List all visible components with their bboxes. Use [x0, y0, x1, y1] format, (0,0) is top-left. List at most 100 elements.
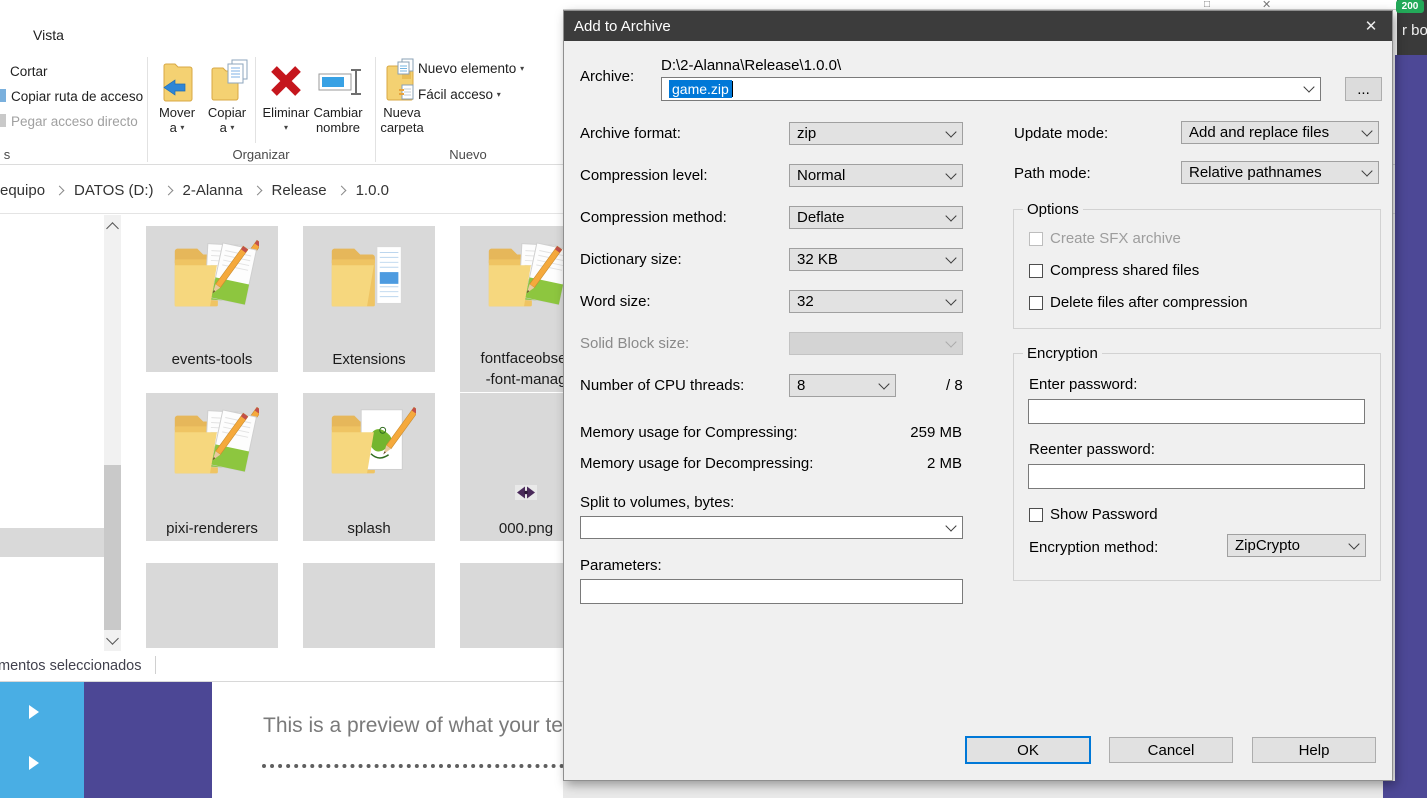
group-organize-label: Organizar [147, 147, 375, 162]
archive-label: Archive: [580, 68, 634, 85]
file-tile[interactable]: pixi-renderers [146, 393, 278, 541]
dropdown-arrow-icon: ▾ [180, 123, 184, 132]
breadcrumb-item[interactable]: equipo [0, 182, 45, 199]
dropdown-arrow-icon: ▾ [230, 123, 234, 132]
word-size-select[interactable]: 32 [789, 290, 963, 313]
file-tile[interactable]: Extensions [303, 226, 435, 372]
folder-icon [322, 397, 416, 496]
scroll-up-icon[interactable] [108, 224, 117, 233]
add-to-archive-dialog: Add to Archive ✕ Archive: D:\2-Alanna\Re… [563, 10, 1393, 781]
file-tile[interactable]: splash [303, 393, 435, 541]
ok-button[interactable]: OK [965, 736, 1091, 764]
rename-icon [318, 68, 364, 101]
dropdown-arrow-icon: ▾ [497, 90, 501, 99]
copy-path-icon [0, 89, 6, 102]
archive-name-value: game.zip [669, 80, 732, 98]
enter-password-input[interactable] [1028, 399, 1365, 424]
breadcrumb-chevron-icon [163, 186, 173, 196]
checkbox-icon [1029, 508, 1043, 522]
field-label: Compression level: [580, 167, 708, 184]
copy-to-button[interactable]: Copiar a ▾ [198, 105, 256, 135]
encryption-method-label: Encryption method: [1029, 539, 1158, 556]
maximize-icon[interactable]: □ [1204, 0, 1210, 10]
dialog-close-button[interactable]: ✕ [1350, 11, 1392, 41]
reenter-password-input[interactable] [1028, 464, 1365, 489]
browse-button[interactable]: ... [1345, 77, 1382, 101]
move-to-icon [161, 60, 195, 107]
encryption-group-title: Encryption [1023, 345, 1102, 362]
notification-badge: 200 [1396, 0, 1424, 13]
delete-after-checkbox[interactable]: Delete files after compression [1029, 294, 1248, 311]
compress-shared-checkbox[interactable]: Compress shared files [1029, 262, 1199, 279]
parameters-input[interactable] [580, 579, 963, 604]
breadcrumb-item[interactable]: DATOS (D:) [74, 182, 153, 199]
play-arrow-icon[interactable] [29, 756, 39, 770]
menu-cut[interactable]: Cortar [10, 64, 48, 79]
parameters-label: Parameters: [580, 557, 662, 574]
archive-name-combobox[interactable]: game.zip [661, 77, 1321, 101]
easy-access-button[interactable]: Fácil acceso ▾ [418, 87, 501, 102]
dictionary-size-select[interactable]: 32 KB [789, 248, 963, 271]
memory-decompress-label: Memory usage for Decompressing: [580, 455, 813, 472]
chevron-down-icon [945, 336, 956, 347]
close-icon[interactable]: ✕ [1262, 0, 1271, 10]
help-button[interactable]: Help [1252, 737, 1376, 763]
folder-icon [165, 230, 259, 329]
breadcrumb: equipo DATOS (D:) 2-Alanna Release 1.0.0 [0, 182, 389, 199]
archive-format-select[interactable]: zip [789, 122, 963, 145]
chevron-down-icon [1361, 165, 1372, 176]
update-mode-select[interactable]: Add and replace files [1181, 121, 1379, 144]
scrollbar-thumb[interactable] [104, 465, 121, 630]
compression-method-select[interactable]: Deflate [789, 206, 963, 229]
chevron-down-icon [1303, 81, 1314, 92]
chevron-down-icon [878, 378, 889, 389]
folder-icon [322, 230, 416, 329]
new-item-icon [397, 58, 414, 80]
breadcrumb-item[interactable]: 1.0.0 [356, 182, 389, 199]
preview-text: This is a preview of what your text [263, 714, 579, 738]
split-volumes-combobox[interactable] [580, 516, 963, 539]
play-arrow-icon[interactable] [29, 705, 39, 719]
chevron-down-icon [1348, 538, 1359, 549]
field-label: Compression method: [580, 209, 727, 226]
delete-icon [268, 63, 304, 104]
encryption-method-select[interactable]: ZipCrypto [1227, 534, 1366, 557]
compression-level-select[interactable]: Normal [789, 164, 963, 187]
cpu-threads-max: / 8 [946, 377, 963, 394]
solid-block-size-select [789, 332, 963, 355]
cpu-threads-select[interactable]: 8 [789, 374, 896, 397]
cancel-button[interactable]: Cancel [1109, 737, 1233, 763]
menu-copy-path[interactable]: Copiar ruta de acceso [11, 89, 143, 104]
file-tile-placeholder[interactable] [303, 563, 435, 648]
file-tile[interactable]: events-tools [146, 226, 278, 372]
bottom-gray-strip [563, 781, 1383, 798]
folder-icon [165, 397, 259, 496]
field-label: Archive format: [580, 125, 681, 142]
dialog-titlebar[interactable]: Add to Archive [564, 11, 1392, 41]
field-label: Number of CPU threads: [580, 377, 744, 394]
archive-path: D:\2-Alanna\Release\1.0.0\ [661, 57, 841, 74]
scroll-down-icon[interactable] [108, 634, 117, 643]
chevron-down-icon [945, 210, 956, 221]
breadcrumb-chevron-icon [336, 186, 346, 196]
options-group: Options Create SFX archive Compress shar… [1013, 209, 1381, 329]
nav-selected-item[interactable] [0, 528, 104, 557]
show-password-checkbox[interactable]: Show Password [1029, 506, 1158, 523]
path-mode-select[interactable]: Relative pathnames [1181, 161, 1379, 184]
dropdown-arrow-icon: ▾ [284, 123, 288, 132]
tab-vista[interactable]: Vista [33, 27, 64, 43]
bottom-purple-corner [1383, 781, 1427, 798]
new-item-button[interactable]: Nuevo elemento ▾ [418, 61, 524, 76]
rename-button[interactable]: Cambiar nombre [306, 105, 370, 135]
breadcrumb-item[interactable]: Release [272, 182, 327, 199]
options-group-title: Options [1023, 201, 1083, 218]
create-sfx-checkbox: Create SFX archive [1029, 230, 1181, 247]
chevron-down-icon [945, 126, 956, 137]
field-label: Solid Block size: [580, 335, 689, 352]
preview-purple-panel [84, 682, 212, 798]
image-file-icon [515, 485, 537, 505]
breadcrumb-item[interactable]: 2-Alanna [183, 182, 243, 199]
right-partial-text: r bo [1402, 22, 1427, 39]
new-folder-button[interactable]: Nueva carpeta [374, 105, 430, 135]
file-tile-placeholder[interactable] [146, 563, 278, 648]
